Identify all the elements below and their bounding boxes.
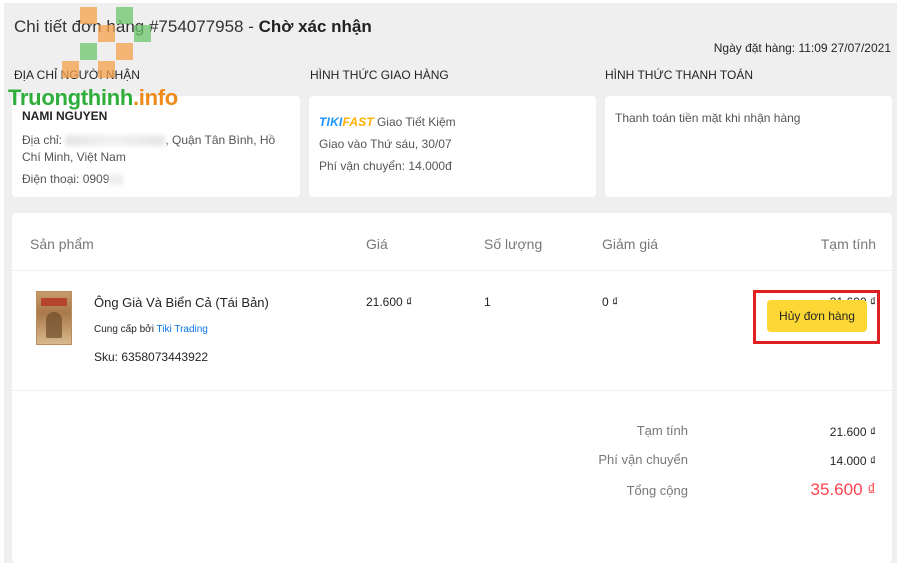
- shipping-section-label: HÌNH THỨC GIAO HÀNG: [310, 68, 449, 82]
- product-discount: 0 ₫: [602, 295, 619, 309]
- header-price: Giá: [366, 236, 388, 252]
- header-subtotal: Tạm tính: [820, 236, 876, 252]
- phone-redacted: [109, 174, 124, 186]
- table-header: Sản phẩm Giá Số lượng Giảm giá Tạm tính: [12, 213, 892, 271]
- summary-shipping-value: 14.000 ₫: [829, 454, 876, 468]
- order-items-table: Sản phẩm Giá Số lượng Giảm giá Tạm tính …: [12, 213, 892, 563]
- shipping-fee: Phí vận chuyển: 14.000đ: [319, 159, 452, 173]
- tikifast-logo: TIKIFAST: [319, 115, 374, 129]
- order-date: Ngày đặt hàng: 11:09 27/07/2021: [713, 41, 891, 55]
- order-title: Chi tiết đơn hàng #754077958 -: [14, 17, 259, 36]
- address-prefix: Địa chỉ:: [22, 133, 63, 147]
- shipping-method-name: Giao Tiết Kiệm: [376, 115, 456, 129]
- recipient-name: NAMI NGUYEN: [22, 109, 108, 123]
- shipping-card: TIKIFAST Giao Tiết Kiệm Giao vào Thứ sáu,…: [309, 96, 596, 197]
- address-suffix: , Quận Tân Bình, Hồ: [165, 133, 276, 147]
- supplier-prefix: Cung cấp bởi: [94, 324, 154, 335]
- product-supplier: Cung cấp bởi Tiki Trading: [94, 324, 208, 335]
- payment-method: Thanh toán tiền mặt khi nhận hàng: [615, 111, 801, 125]
- product-name[interactable]: Ông Già Và Biển Cả (Tái Bản): [94, 295, 269, 310]
- product-sku: Sku: 6358073443922: [94, 350, 209, 364]
- shipping-method: TIKIFAST Giao Tiết Kiệm: [319, 111, 586, 133]
- product-thumbnail[interactable]: [36, 291, 72, 345]
- summary-total-value: 35.600 ₫: [810, 480, 876, 499]
- address-redacted: [65, 135, 166, 147]
- delivery-date: Giao vào Thứ sáu, 30/07: [319, 137, 452, 151]
- address-line2: Chí Minh, Việt Nam: [22, 150, 126, 164]
- tiki-logo-text: TIKI: [319, 115, 343, 129]
- phone-prefix: Điện thoại: 0909: [22, 172, 110, 186]
- header-quantity: Số lượng: [484, 236, 543, 252]
- order-detail-page: Chi tiết đơn hàng #754077958 - Chờ xác n…: [4, 3, 897, 563]
- summary-total-label: Tổng cộng: [626, 483, 688, 498]
- summary-shipping-label: Phí vận chuyển: [598, 452, 688, 467]
- recipient-section-label: ĐỊA CHỈ NGƯỜI NHẬN: [14, 68, 140, 82]
- summary-subtotal-value: 21.600 ₫: [829, 425, 876, 439]
- product-price: 21.600 ₫: [366, 295, 413, 309]
- page-title: Chi tiết đơn hàng #754077958 - Chờ xác n…: [14, 17, 372, 37]
- header-product: Sản phẩm: [30, 236, 94, 252]
- payment-section-label: HÌNH THỨC THANH TOÁN: [605, 68, 754, 82]
- recipient-card: NAMI NGUYEN Địa chỉ: , Quận Tân Bình, Hồ…: [12, 96, 300, 197]
- payment-card: Thanh toán tiền mặt khi nhận hàng: [605, 96, 892, 197]
- recipient-address: Địa chỉ: , Quận Tân Bình, Hồ Chí Minh, V…: [22, 132, 290, 166]
- supplier-link[interactable]: Tiki Trading: [157, 324, 208, 335]
- order-status: Chờ xác nhận: [258, 17, 372, 36]
- cancel-highlight-box: [753, 290, 880, 344]
- recipient-phone: Điện thoại: 0909: [22, 172, 290, 186]
- summary-subtotal-label: Tạm tính: [636, 423, 688, 438]
- fast-logo-text: FAST: [342, 115, 374, 129]
- product-quantity: 1: [484, 295, 491, 309]
- header-discount: Giảm giá: [602, 236, 659, 252]
